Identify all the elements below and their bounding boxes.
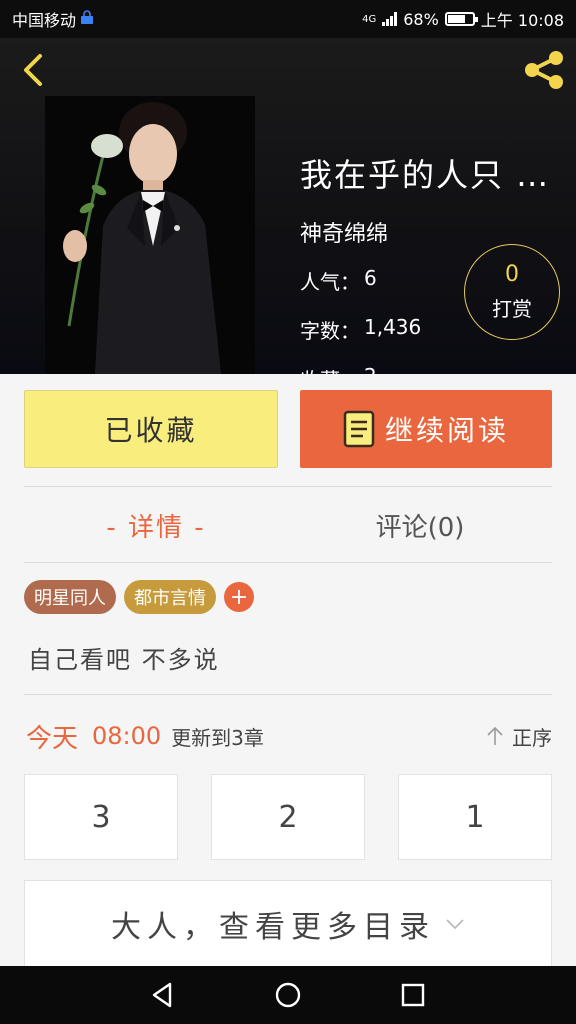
favorites-value: 2 xyxy=(364,364,377,374)
book-summary: 自己看吧 不多说 xyxy=(28,646,220,674)
arrow-up-icon xyxy=(487,726,503,745)
action-buttons: 已收藏 继续阅读 xyxy=(24,390,552,470)
nav-recents-icon[interactable] xyxy=(398,980,428,1010)
battery-icon xyxy=(444,12,478,26)
favorites-label: 收藏： xyxy=(300,364,360,374)
status-bar: 中国移动 4G 68% 上午 10:08 xyxy=(0,0,576,38)
update-text: 更新到3章 xyxy=(171,725,264,750)
divider xyxy=(24,562,552,563)
detail-tabs: - 详情 - 评论(0) xyxy=(24,488,552,562)
update-day: 今天 xyxy=(26,723,79,754)
sort-label: 正序 xyxy=(512,725,552,750)
book-header: 我在乎的人只 … 神奇绵绵 人气： 6 字数： 1,436 收藏： 2 0 打赏 xyxy=(0,38,576,374)
share-icon[interactable] xyxy=(522,50,566,90)
tag-list: 明星同人 都市言情 + xyxy=(24,580,254,614)
divider xyxy=(24,486,552,487)
nav-home-icon[interactable] xyxy=(273,980,303,1010)
word-count-label: 字数： xyxy=(300,319,360,343)
favorite-button[interactable]: 已收藏 xyxy=(24,390,278,468)
book-title: 我在乎的人只 … xyxy=(300,156,551,194)
tag-item[interactable]: 明星同人 xyxy=(24,580,116,614)
view-more-catalog-label: 大人，查看更多目录 xyxy=(111,910,435,945)
popularity-value: 6 xyxy=(364,266,377,290)
continue-reading-button[interactable]: 继续阅读 xyxy=(300,390,552,468)
add-tag-button[interactable]: + xyxy=(224,582,254,612)
word-count-value: 1,436 xyxy=(364,315,422,339)
tag-item[interactable]: 都市言情 xyxy=(124,580,216,614)
lock-icon xyxy=(80,9,94,29)
nav-back-icon[interactable] xyxy=(148,980,178,1010)
sort-order-button[interactable]: 正序 xyxy=(484,722,552,751)
carrier-name: 中国移动 xyxy=(12,11,77,30)
network-type: 4G xyxy=(362,13,377,25)
chapter-button[interactable]: 1 xyxy=(398,774,552,860)
update-info: 今天 08:00 更新到3章 正序 xyxy=(26,716,552,756)
tip-button[interactable]: 0 打赏 xyxy=(464,244,560,340)
favorites-stat: 收藏： 2 xyxy=(300,364,550,374)
view-more-catalog-button[interactable]: 大人，查看更多目录 xyxy=(24,880,552,968)
update-time: 08:00 xyxy=(92,722,162,750)
tip-label: 打赏 xyxy=(492,297,532,321)
popularity-label: 人气： xyxy=(300,270,360,294)
clock: 上午 10:08 xyxy=(480,11,564,30)
battery-percent: 68% xyxy=(403,9,439,29)
tab-details[interactable]: - 详情 - xyxy=(24,488,288,562)
chapter-grid: 3 2 1 xyxy=(24,774,552,860)
tip-count: 0 xyxy=(505,262,519,287)
chapter-button[interactable]: 2 xyxy=(211,774,365,860)
chevron-down-icon xyxy=(446,919,464,930)
book-cover-image xyxy=(45,96,255,374)
system-nav-bar xyxy=(0,966,576,1024)
signal-icon xyxy=(382,12,398,26)
favorite-button-label: 已收藏 xyxy=(104,414,198,447)
tab-comments[interactable]: 评论(0) xyxy=(288,488,552,562)
continue-reading-label: 继续阅读 xyxy=(384,414,509,447)
chapter-button[interactable]: 3 xyxy=(24,774,178,860)
book-icon xyxy=(343,410,375,448)
divider xyxy=(24,694,552,695)
back-arrow-icon[interactable] xyxy=(16,52,52,88)
